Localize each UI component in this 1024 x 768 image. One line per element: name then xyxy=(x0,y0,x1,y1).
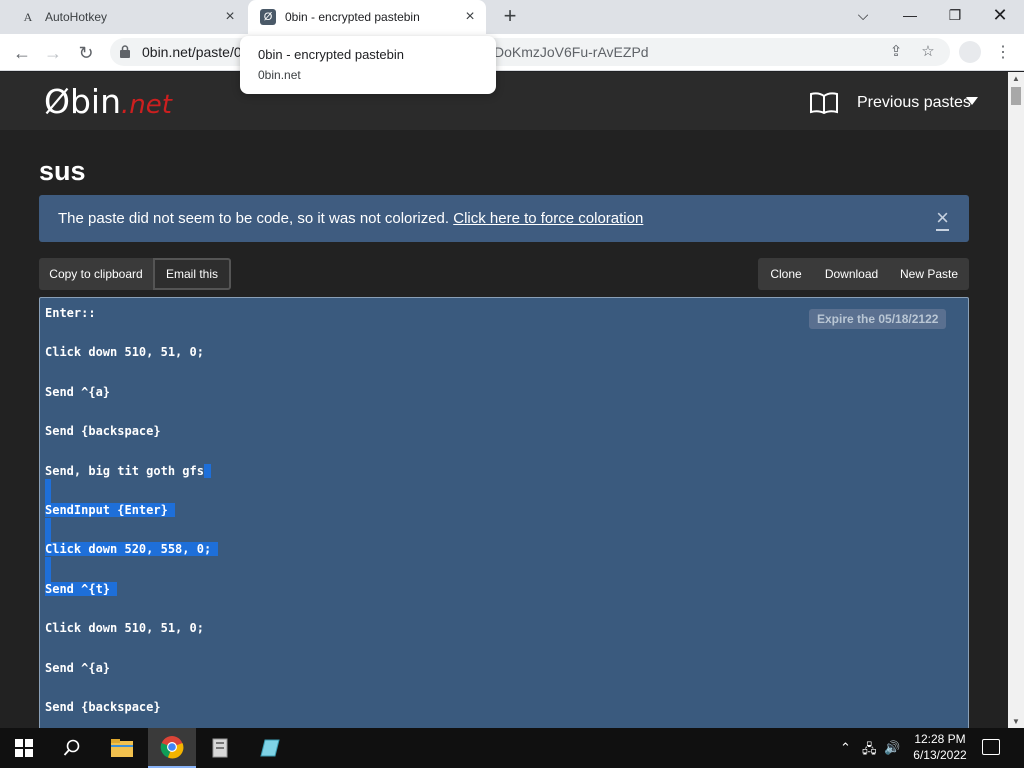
clock-date[interactable]: 6/13/2022 xyxy=(910,748,970,762)
code-line: Click down 510, 51, 0; xyxy=(45,621,204,636)
alert-message: The paste did not seem to be code, so it… xyxy=(58,210,643,227)
search-icon[interactable] xyxy=(48,728,96,768)
alert-text: The paste did not seem to be code, so it… xyxy=(58,210,450,227)
0bin-favicon-icon: Ø xyxy=(260,9,276,25)
clone-button[interactable]: Clone xyxy=(758,258,814,290)
close-window-button[interactable]: ✕ xyxy=(985,4,1015,26)
site-header: Øbin.net Previous pastes xyxy=(0,72,1008,130)
download-button[interactable]: Download xyxy=(814,258,889,290)
code-line: Click down 510, 51, 0; xyxy=(45,345,204,360)
code-line: Enter:: xyxy=(45,306,96,320)
tab-autohotkey[interactable]: A AutoHotkey × xyxy=(0,0,246,34)
code-line: Click down 520, 558, 0; xyxy=(45,542,219,582)
selection-highlight xyxy=(45,478,51,503)
menu-icon[interactable]: ⋮ xyxy=(995,42,1011,64)
app-icon[interactable] xyxy=(196,728,244,768)
tab-title: 0bin - encrypted pastebin xyxy=(285,10,420,24)
start-button[interactable] xyxy=(0,728,48,768)
code-line: Send {backspace} xyxy=(45,699,161,714)
minimize-button[interactable]: — xyxy=(895,4,925,26)
windows-logo-icon xyxy=(15,739,33,757)
network-icon[interactable]: 🖧 xyxy=(862,740,877,762)
back-icon[interactable]: ← xyxy=(9,40,35,66)
code-line: Send ^{a} xyxy=(45,660,111,675)
chevron-down-icon[interactable] xyxy=(966,97,978,105)
browser-toolbar: ← → ↻ 0bin.net/paste/0 DoKmzJoV6Fu-rAvEZ… xyxy=(0,34,1024,71)
selection-highlight xyxy=(203,463,212,478)
copy-to-clipboard-button[interactable]: Copy to clipboard xyxy=(39,258,153,290)
email-this-button[interactable]: Email this xyxy=(153,258,231,290)
clock-time[interactable]: 12:28 PM xyxy=(910,732,970,746)
expire-badge: Expire the 05/18/2122 xyxy=(809,309,947,329)
windows-taskbar: ⌃ 🖧 🔊 12:28 PM 6/13/2022 xyxy=(0,728,1024,768)
colorization-alert: The paste did not seem to be code, so it… xyxy=(39,195,969,242)
tab-title: AutoHotkey xyxy=(45,10,108,24)
page-scrollbar[interactable]: ▲ ▼ xyxy=(1008,72,1024,728)
reload-icon[interactable]: ↻ xyxy=(73,40,99,66)
tab-hover-card: 0bin - encrypted pastebin 0bin.net xyxy=(240,36,496,94)
force-coloration-link[interactable]: Click here to force coloration xyxy=(453,210,643,227)
selected-text: Send ^{t} xyxy=(45,581,111,596)
paste-content[interactable]: Expire the 05/18/2122 Enter:: Click down… xyxy=(39,297,969,728)
share-icon[interactable]: ⇪ xyxy=(886,42,906,62)
tab-strip: A AutoHotkey × Ø 0bin - encrypted pasteb… xyxy=(0,0,1024,34)
paste-title: sus xyxy=(39,156,86,186)
autohotkey-favicon-icon: A xyxy=(23,9,33,24)
volume-icon[interactable]: 🔊 xyxy=(884,740,900,756)
close-tab-icon[interactable]: × xyxy=(222,9,238,25)
show-hidden-icons-chevron-icon[interactable]: ⌃ xyxy=(840,740,851,756)
new-tab-button[interactable]: + xyxy=(498,5,522,29)
close-icon[interactable]: × xyxy=(936,207,949,231)
book-icon[interactable] xyxy=(810,92,838,114)
hover-card-domain: 0bin.net xyxy=(258,68,301,82)
code-line: SendInput {Enter} xyxy=(45,502,218,543)
close-tab-icon[interactable]: × xyxy=(462,9,478,25)
code-line: Send {backspace} xyxy=(45,424,161,439)
scroll-down-icon[interactable]: ▼ xyxy=(1012,717,1020,726)
address-bar[interactable]: 0bin.net/paste/0 DoKmzJoV6Fu-rAvEZPd ⇪ ☆ xyxy=(110,38,950,66)
tab-0bin[interactable]: Ø 0bin - encrypted pastebin × xyxy=(248,0,486,34)
selected-text: SendInput {Enter} xyxy=(45,502,168,517)
new-paste-button[interactable]: New Paste xyxy=(889,258,969,290)
notepad-icon[interactable] xyxy=(246,728,294,768)
code-line: Send, big tit goth gfs xyxy=(45,463,218,503)
logo-main: Øbin xyxy=(44,82,122,121)
page-content: Øbin.net Previous pastes sus The paste d… xyxy=(0,72,1008,728)
forward-icon[interactable]: → xyxy=(40,40,66,66)
notification-icon[interactable] xyxy=(982,739,1000,755)
code-line: Send ^{a} xyxy=(45,384,111,399)
restore-button[interactable]: ❐ xyxy=(940,4,970,26)
selection-highlight xyxy=(45,517,51,543)
code-lines: Enter:: Click down 510, 51, 0; Send ^{a}… xyxy=(45,306,219,728)
scroll-thumb[interactable] xyxy=(1011,87,1021,105)
selection-highlight xyxy=(45,557,51,582)
bookmark-star-icon[interactable]: ☆ xyxy=(918,42,938,62)
tab-search-chevron-icon[interactable]: ⌵ xyxy=(848,4,878,26)
scroll-up-icon[interactable]: ▲ xyxy=(1012,74,1020,83)
site-logo[interactable]: Øbin.net xyxy=(44,82,172,121)
logo-suffix: .net xyxy=(121,90,172,120)
hover-card-title: 0bin - encrypted pastebin xyxy=(258,47,404,62)
selected-text: Click down 520, 558, 0; xyxy=(45,542,212,557)
previous-pastes-menu[interactable]: Previous pastes xyxy=(857,94,971,112)
lock-icon[interactable] xyxy=(120,45,130,58)
file-explorer-icon[interactable] xyxy=(98,728,146,768)
profile-avatar-icon[interactable] xyxy=(959,41,981,63)
chrome-icon[interactable] xyxy=(148,728,196,768)
url-text-tail: DoKmzJoV6Fu-rAvEZPd xyxy=(494,44,649,60)
code-line: Send ^{t} xyxy=(45,581,218,621)
url-text: 0bin.net/paste/0 xyxy=(142,44,242,60)
